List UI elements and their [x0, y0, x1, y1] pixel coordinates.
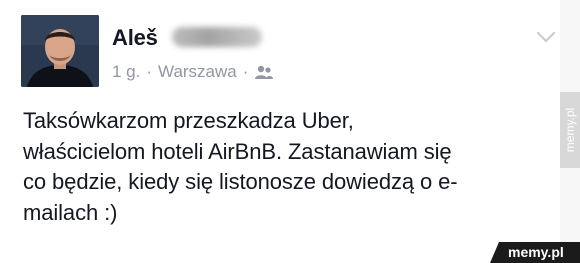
meta-separator: · [242, 62, 249, 81]
friends-icon[interactable] [254, 64, 274, 80]
avatar[interactable] [21, 15, 99, 87]
post-meta: 1 g. · Warszawa · [112, 62, 274, 82]
side-watermark-text: memy.pl [563, 107, 577, 153]
post-text: Taksówkarzom przeszkadza Uber, właścicie… [23, 108, 458, 225]
blurred-surname [172, 27, 262, 47]
post-location[interactable]: Warszawa [158, 62, 237, 82]
corner-watermark: memy.pl [490, 242, 580, 263]
meta-separator: · [146, 62, 153, 81]
facebook-post: Aleš 1 g. · Warszawa · Taksówkarzom prze… [0, 0, 560, 263]
chevron-down-icon[interactable] [536, 30, 556, 44]
side-watermark: memy.pl [560, 92, 580, 168]
corner-watermark-text: memy.pl [508, 244, 564, 260]
author-name[interactable]: Aleš [112, 25, 158, 51]
post-time[interactable]: 1 g. [112, 62, 140, 82]
